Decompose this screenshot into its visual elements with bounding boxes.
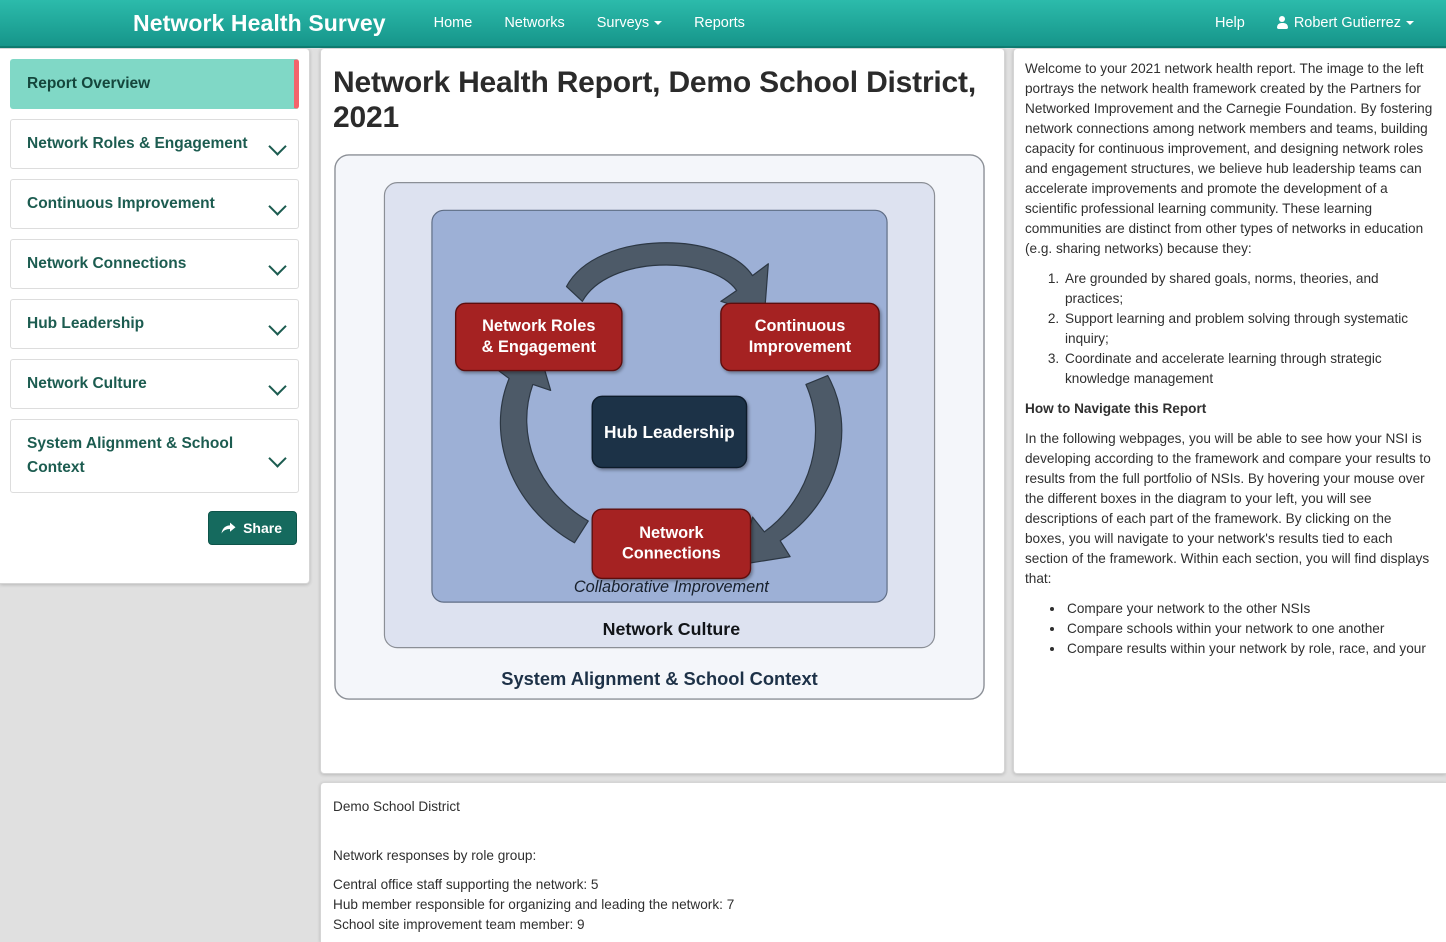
secondary-nav: Help Robert Gutierrez — [1199, 0, 1430, 47]
report-info-panel: Welcome to your 2021 network health repo… — [1013, 48, 1446, 774]
diagram-box-continuous-improvement-line1: Continuous — [755, 317, 846, 335]
nav-link-home[interactable]: Home — [418, 0, 489, 47]
diagram-box-network-connections[interactable]: Network Connections — [591, 508, 752, 579]
sidebar-item-label: Hub Leadership — [27, 315, 145, 333]
response-row-central-office: Central office staff supporting the netw… — [333, 877, 599, 892]
app-brand[interactable]: Network Health Survey — [133, 10, 386, 37]
nav-link-help[interactable]: Help — [1199, 0, 1261, 47]
user-menu-label: Robert Gutierrez — [1293, 15, 1401, 31]
diagram-box-network-connections-line1: Network — [639, 524, 704, 542]
sidebar-item-label: Continuous Improvement — [27, 195, 215, 213]
nav-link-networks-label: Networks — [504, 15, 565, 31]
list-item: Compare results within your network by r… — [1065, 639, 1434, 659]
sidebar-item-label: System Alignment & School Context — [27, 435, 234, 477]
nav-link-surveys[interactable]: Surveys — [581, 0, 678, 47]
diagram-box-continuous-improvement-line2: Improvement — [749, 338, 852, 356]
diagram-box-network-connections-line2: Connections — [622, 544, 721, 562]
sidebar-item-label: Network Roles & Engagement — [27, 135, 248, 153]
diagram-box-continuous-improvement[interactable]: Continuous Improvement — [720, 302, 880, 372]
top-navbar: Network Health Survey Home Networks Surv… — [0, 0, 1446, 48]
chevron-down-icon — [270, 380, 286, 389]
nav-link-reports-label: Reports — [694, 15, 745, 31]
chevron-down-icon — [270, 320, 286, 329]
sidebar-item-system-alignment-school-context[interactable]: System Alignment & School Context — [10, 419, 299, 494]
user-menu[interactable]: Robert Gutierrez — [1261, 0, 1430, 47]
diagram-box-network-roles-line2: & Engagement — [482, 338, 597, 356]
primary-nav: Home Networks Surveys Reports — [418, 0, 761, 47]
diagram-label-network-culture: Network Culture — [603, 619, 741, 639]
list-item: Compare schools within your network to o… — [1065, 619, 1434, 639]
chevron-down-icon — [270, 140, 286, 149]
chevron-down-icon — [270, 260, 286, 269]
sidebar-item-report-overview[interactable]: Report Overview — [10, 59, 299, 110]
nav-link-networks[interactable]: Networks — [488, 0, 580, 47]
district-name: Demo School District — [333, 799, 460, 814]
nav-link-home-label: Home — [433, 15, 473, 31]
info-heading-navigate: How to Navigate this Report — [1025, 401, 1207, 416]
sidebar-item-network-roles-engagement[interactable]: Network Roles & Engagement — [10, 119, 299, 170]
sidebar-item-label: Report Overview — [27, 75, 151, 92]
list-item: Coordinate and accelerate learning throu… — [1063, 349, 1434, 389]
diagram-box-hub-leadership[interactable]: Hub Leadership — [591, 395, 748, 469]
report-main-panel: Network Health Report, Demo School Distr… — [320, 48, 1005, 774]
info-paragraph-navigate: In the following webpages, you will be a… — [1025, 431, 1431, 586]
sidebar-item-network-culture[interactable]: Network Culture — [10, 359, 299, 410]
info-paragraph-intro: Welcome to your 2021 network health repo… — [1025, 61, 1433, 256]
nav-link-reports[interactable]: Reports — [678, 0, 761, 47]
user-icon — [1276, 16, 1288, 29]
diagram-label-system-alignment: System Alignment & School Context — [501, 668, 818, 689]
sidebar-item-continuous-improvement[interactable]: Continuous Improvement — [10, 179, 299, 230]
info-bullet-list: Compare your network to the other NSIs C… — [1025, 599, 1434, 659]
responses-heading: Network responses by role group: — [333, 848, 537, 863]
response-row-hub-member: Hub member responsible for organizing an… — [333, 897, 735, 912]
nav-link-help-label: Help — [1214, 15, 1245, 31]
share-row: Share — [10, 511, 299, 546]
chevron-down-icon — [654, 21, 663, 25]
sidebar-item-hub-leadership[interactable]: Hub Leadership — [10, 299, 299, 350]
report-sidebar: Report Overview Network Roles & Engageme… — [0, 48, 310, 584]
sidebar-item-network-connections[interactable]: Network Connections — [10, 239, 299, 290]
info-ordered-list: Are grounded by shared goals, norms, the… — [1025, 269, 1434, 389]
network-responses-panel: Demo School District Network responses b… — [320, 782, 1446, 942]
page-title: Network Health Report, Demo School Distr… — [333, 66, 976, 135]
share-arrow-icon — [221, 522, 236, 534]
page-body: Report Overview Network Roles & Engageme… — [0, 48, 1446, 942]
list-item: Are grounded by shared goals, norms, the… — [1063, 269, 1434, 309]
sidebar-item-label: Network Connections — [27, 255, 187, 273]
response-row-school-site: School site improvement team member: 9 — [333, 917, 585, 932]
chevron-down-icon — [270, 452, 286, 461]
diagram-label-collaborative-improvement: Collaborative Improvement — [574, 578, 770, 596]
sidebar-item-label: Network Culture — [27, 375, 147, 393]
list-item: Support learning and problem solving thr… — [1063, 309, 1434, 349]
network-health-framework-diagram: Network Roles & Engagement Continuous Im… — [333, 150, 986, 706]
share-button-label: Share — [243, 520, 282, 537]
diagram-box-hub-leadership-label: Hub Leadership — [604, 422, 735, 442]
share-button[interactable]: Share — [208, 511, 297, 546]
nav-link-surveys-label: Surveys — [596, 15, 650, 31]
diagram-box-network-roles[interactable]: Network Roles & Engagement — [454, 302, 623, 372]
list-item: Compare your network to the other NSIs — [1065, 599, 1434, 619]
chevron-down-icon — [270, 200, 286, 209]
chevron-down-icon — [1406, 21, 1414, 25]
diagram-box-network-roles-line1: Network Roles — [482, 317, 595, 335]
